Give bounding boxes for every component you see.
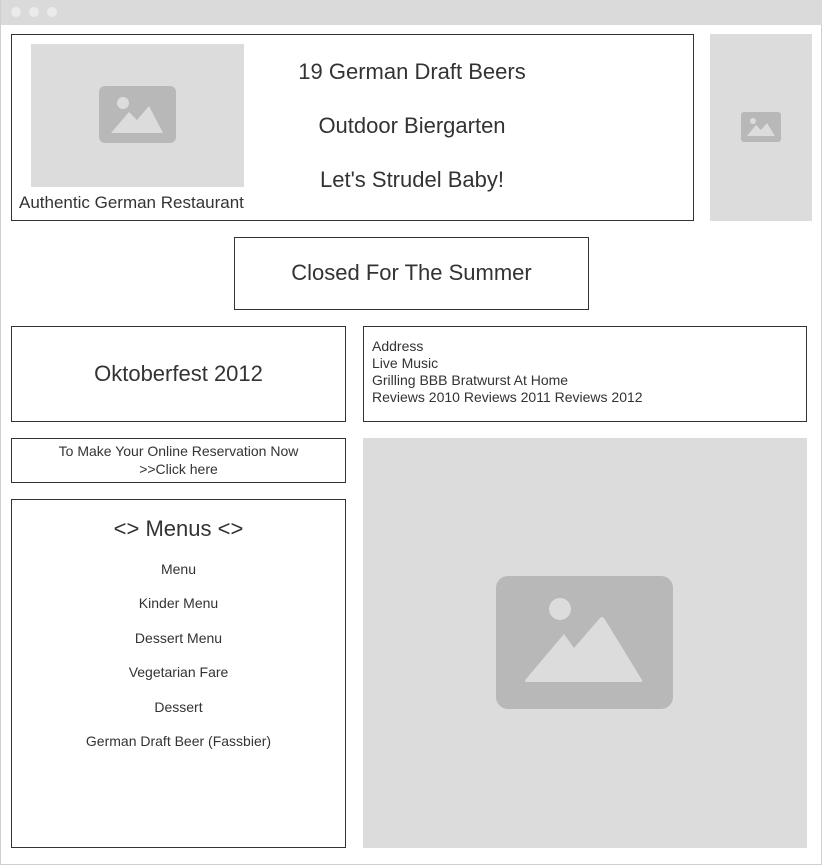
menu-item-dessert-menu[interactable]: Dessert Menu: [12, 630, 345, 646]
menu-item-dessert[interactable]: Dessert: [12, 699, 345, 715]
menu-item-menu[interactable]: Menu: [12, 561, 345, 577]
live-music-link[interactable]: Live Music: [372, 355, 438, 371]
menu-item-kinder[interactable]: Kinder Menu: [12, 595, 345, 611]
window-titlebar: [1, 0, 822, 25]
window-maximize-dot[interactable]: [47, 7, 57, 17]
image-icon: [99, 86, 176, 143]
window-minimize-dot[interactable]: [29, 7, 39, 17]
oktoberfest-text: Oktoberfest 2012: [94, 361, 263, 386]
side-image: [710, 34, 812, 221]
main-image: [363, 438, 807, 848]
reviews-2010-link[interactable]: Reviews 2010: [372, 389, 460, 405]
menus-title: <> Menus <>: [113, 516, 244, 541]
highlight-biergarten: Outdoor Biergarten: [318, 113, 506, 138]
header-banner: Authentic German Restaurant 19 German Dr…: [11, 34, 694, 221]
logo-caption: Authentic German Restaurant: [19, 193, 244, 212]
closed-notice: Closed For The Summer: [234, 237, 589, 310]
reviews-2011-link[interactable]: Reviews 2011: [464, 389, 551, 405]
highlight-beers: 19 German Draft Beers: [298, 59, 526, 84]
reservation-line2: >>Click here: [139, 461, 218, 477]
image-icon: [741, 112, 781, 142]
reservation-line1: To Make Your Online Reservation Now: [58, 443, 299, 459]
logo-image: [31, 44, 244, 187]
image-icon: [496, 576, 673, 709]
reservation-button[interactable]: To Make Your Online Reservation Now >>Cl…: [11, 438, 346, 483]
address-link[interactable]: Address: [372, 338, 423, 354]
grilling-link[interactable]: Grilling BBB Bratwurst At Home: [372, 372, 568, 388]
window-close-dot[interactable]: [11, 7, 21, 17]
menu-item-draft-beer[interactable]: German Draft Beer (Fassbier): [12, 733, 345, 749]
menu-item-vegetarian[interactable]: Vegetarian Fare: [12, 664, 345, 680]
menus-box: <> Menus <> Menu Kinder Menu Dessert Men…: [11, 499, 346, 848]
reviews-row: Reviews 2010 Reviews 2011 Reviews 2012: [372, 389, 643, 405]
closed-notice-text: Closed For The Summer: [291, 260, 532, 285]
info-links-box: Address Live Music Grilling BBB Bratwurs…: [363, 326, 807, 422]
highlight-strudel: Let's Strudel Baby!: [320, 167, 504, 192]
reviews-2012-link[interactable]: Reviews 2012: [555, 389, 643, 405]
browser-window: Authentic German Restaurant 19 German Dr…: [0, 0, 822, 865]
oktoberfest-box[interactable]: Oktoberfest 2012: [11, 326, 346, 422]
